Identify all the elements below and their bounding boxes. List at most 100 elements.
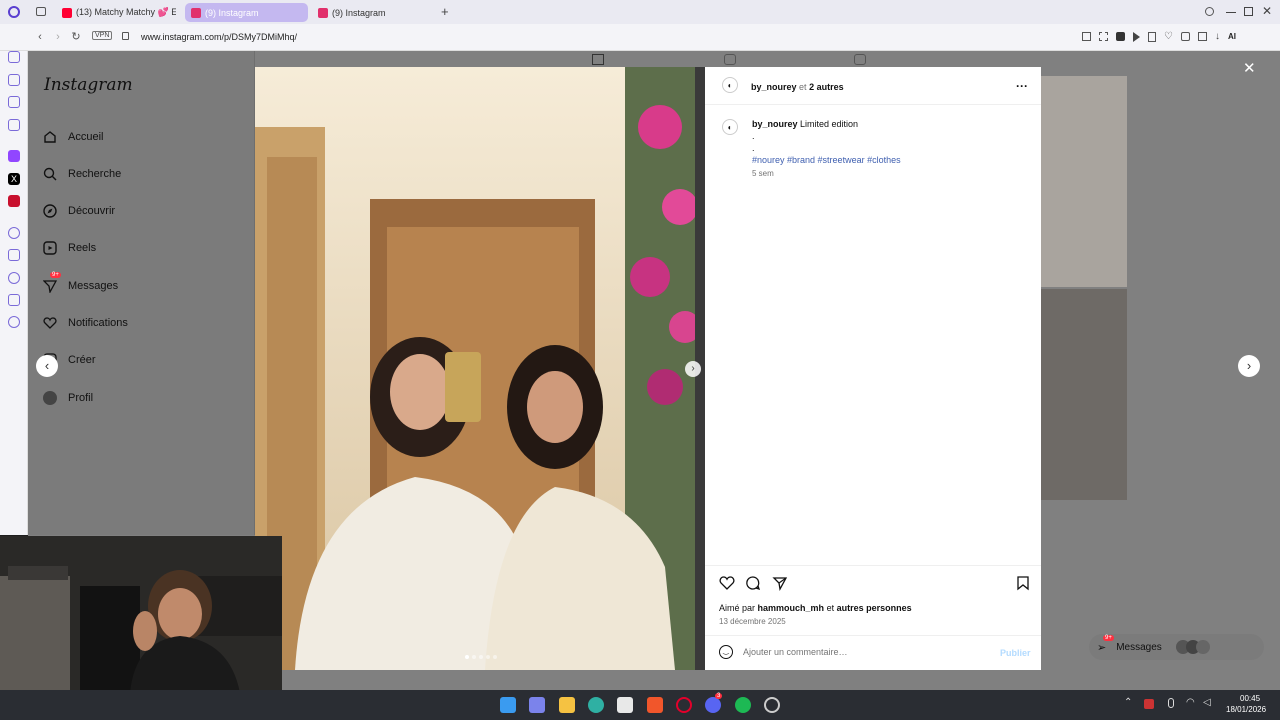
grid-icon[interactable] — [592, 54, 604, 65]
caption-line: by_nourey Limited edition — [752, 118, 1012, 130]
browser-tab-bar: (13) Matchy Matchy 💕 Ep (9) Instagram (9… — [0, 0, 1280, 24]
author-username[interactable]: by_nourey — [751, 82, 797, 92]
carousel-dot-active — [465, 655, 469, 659]
opera-logo-icon[interactable] — [8, 6, 20, 18]
edge-icon[interactable] — [588, 697, 604, 713]
play-icon[interactable] — [1133, 32, 1140, 42]
adblock-icon[interactable] — [1116, 32, 1125, 41]
volume-icon[interactable]: ◁ — [1203, 697, 1211, 708]
new-tab-button[interactable]: + — [441, 4, 449, 19]
twitch-icon[interactable] — [8, 150, 20, 162]
sidebar-app-icon[interactable] — [8, 249, 20, 261]
microphone-icon[interactable] — [1168, 698, 1174, 708]
post-header: ◐ by_nourey et 2 autres ··· — [705, 67, 1041, 105]
nav-item-recherche[interactable]: Recherche — [42, 165, 121, 183]
player-icon[interactable] — [8, 227, 20, 239]
opera-icon[interactable] — [676, 697, 692, 713]
post-date: 13 décembre 2025 — [719, 617, 786, 626]
minimize-icon[interactable] — [1226, 12, 1236, 13]
history-icon[interactable] — [8, 272, 20, 284]
save-icon[interactable] — [1015, 575, 1031, 591]
wifi-icon[interactable]: ◠ — [1186, 697, 1195, 708]
spotify-icon[interactable] — [735, 697, 751, 713]
liked-user[interactable]: hammouch_mh — [758, 603, 825, 613]
tray-app-icon[interactable] — [1144, 699, 1154, 709]
tab-instagram-active[interactable]: (9) Instagram — [185, 3, 308, 22]
reels-icon — [42, 240, 58, 256]
search-tabs-icon[interactable] — [1205, 7, 1214, 16]
like-icon[interactable] — [719, 575, 735, 591]
wallet-icon[interactable] — [1197, 32, 1207, 41]
back-icon[interactable]: ‹ — [34, 31, 46, 43]
close-modal-icon[interactable]: ✕ — [1243, 59, 1256, 77]
grid-thumbnail[interactable] — [1041, 76, 1127, 287]
vpn-shield-icon[interactable] — [8, 195, 20, 207]
author-avatar[interactable]: ◐ — [722, 77, 738, 93]
compass-icon — [42, 203, 58, 219]
sidebar-app-icon[interactable] — [8, 294, 20, 306]
messages-bubble[interactable]: ➢ 9+ Messages — [1089, 634, 1264, 660]
aria-icon[interactable] — [8, 51, 20, 63]
nav-item-profil[interactable]: Profil — [42, 389, 93, 407]
file-explorer-icon[interactable] — [559, 697, 575, 713]
discord-icon[interactable]: 3 — [705, 693, 723, 713]
liked-others[interactable]: autres personnes — [837, 603, 912, 613]
bookmark-icon[interactable] — [1148, 32, 1156, 42]
start-icon[interactable] — [500, 697, 516, 713]
forward-icon[interactable]: › — [52, 31, 64, 43]
sidebar-app-icon[interactable] — [8, 74, 20, 86]
instagram-logo[interactable]: Instagram — [44, 75, 133, 95]
tab-instagram-2[interactable]: (9) Instagram — [312, 3, 432, 22]
youtube-icon — [62, 7, 72, 18]
maximize-icon[interactable] — [1244, 7, 1253, 16]
share-icon[interactable] — [772, 575, 788, 591]
nav-item-accueil[interactable]: Accueil — [42, 128, 103, 146]
ai-icon[interactable]: AI — [1228, 32, 1236, 42]
reload-icon[interactable]: ↻ — [70, 31, 82, 43]
tagged-icon[interactable] — [854, 54, 866, 65]
clock-time[interactable]: 00:45 — [1240, 694, 1260, 703]
tray-chevron-icon[interactable]: ⌃ — [1124, 697, 1132, 708]
heart-icon[interactable]: ♡ — [1164, 32, 1173, 42]
brave-icon[interactable] — [647, 697, 663, 713]
obs-icon[interactable] — [764, 697, 780, 713]
nav-item-notifications[interactable]: Notifications — [42, 314, 128, 332]
tab-matchy[interactable]: (13) Matchy Matchy 💕 Ep — [56, 3, 176, 22]
comment-input[interactable] — [743, 644, 983, 660]
caption-avatar[interactable]: ◐ — [722, 119, 738, 135]
sidebar-app-icon[interactable] — [8, 119, 20, 131]
emoji-icon[interactable]: ‿ — [719, 645, 733, 659]
previous-post-button[interactable]: ‹ — [36, 355, 58, 377]
post-photo[interactable]: › — [255, 67, 705, 670]
settings-icon[interactable] — [8, 316, 20, 328]
store-icon[interactable] — [617, 697, 633, 713]
tab-label: (13) Matchy Matchy 💕 Ep — [76, 7, 176, 17]
sidebar-app-icon[interactable] — [8, 96, 20, 108]
caption-username[interactable]: by_nourey — [752, 119, 798, 129]
nav-item-messages[interactable]: 9+ Messages — [42, 272, 118, 295]
caption-hashtags[interactable]: #nourey #brand #streetwear #clothes — [752, 154, 1012, 166]
reels-tab-icon[interactable] — [724, 54, 736, 65]
snapshot-icon[interactable] — [1099, 32, 1108, 41]
nav-item-decouvrir[interactable]: Découvrir — [42, 202, 115, 220]
download-icon[interactable]: ↓ — [1215, 32, 1220, 42]
tab-menu-icon[interactable] — [36, 7, 46, 16]
coauthors-link[interactable]: 2 autres — [809, 82, 844, 92]
clock-date[interactable]: 18/01/2026 — [1226, 705, 1266, 714]
nav-item-reels[interactable]: Reels — [42, 239, 96, 257]
next-post-button[interactable]: › — [1238, 355, 1260, 377]
more-options-icon[interactable]: ··· — [1016, 79, 1028, 93]
vpn-badge[interactable]: VPN — [92, 31, 113, 40]
comment-icon[interactable] — [745, 575, 761, 591]
photo-next-button[interactable]: › — [685, 361, 701, 377]
url-field[interactable]: www.instagram.com/p/DSMy7DMiMhq/ — [141, 32, 297, 42]
publish-button[interactable]: Publier — [1000, 648, 1031, 658]
close-window-icon[interactable]: ✕ — [1262, 4, 1272, 18]
messages-bubble-label: Messages — [1116, 641, 1162, 653]
camera-icon[interactable] — [1082, 32, 1091, 41]
teams-icon[interactable] — [529, 697, 545, 713]
browser-sidebar: X — [0, 51, 28, 535]
puzzle-icon[interactable] — [1180, 32, 1190, 41]
x-icon[interactable]: X — [8, 173, 20, 185]
grid-thumbnail[interactable] — [1041, 289, 1127, 500]
